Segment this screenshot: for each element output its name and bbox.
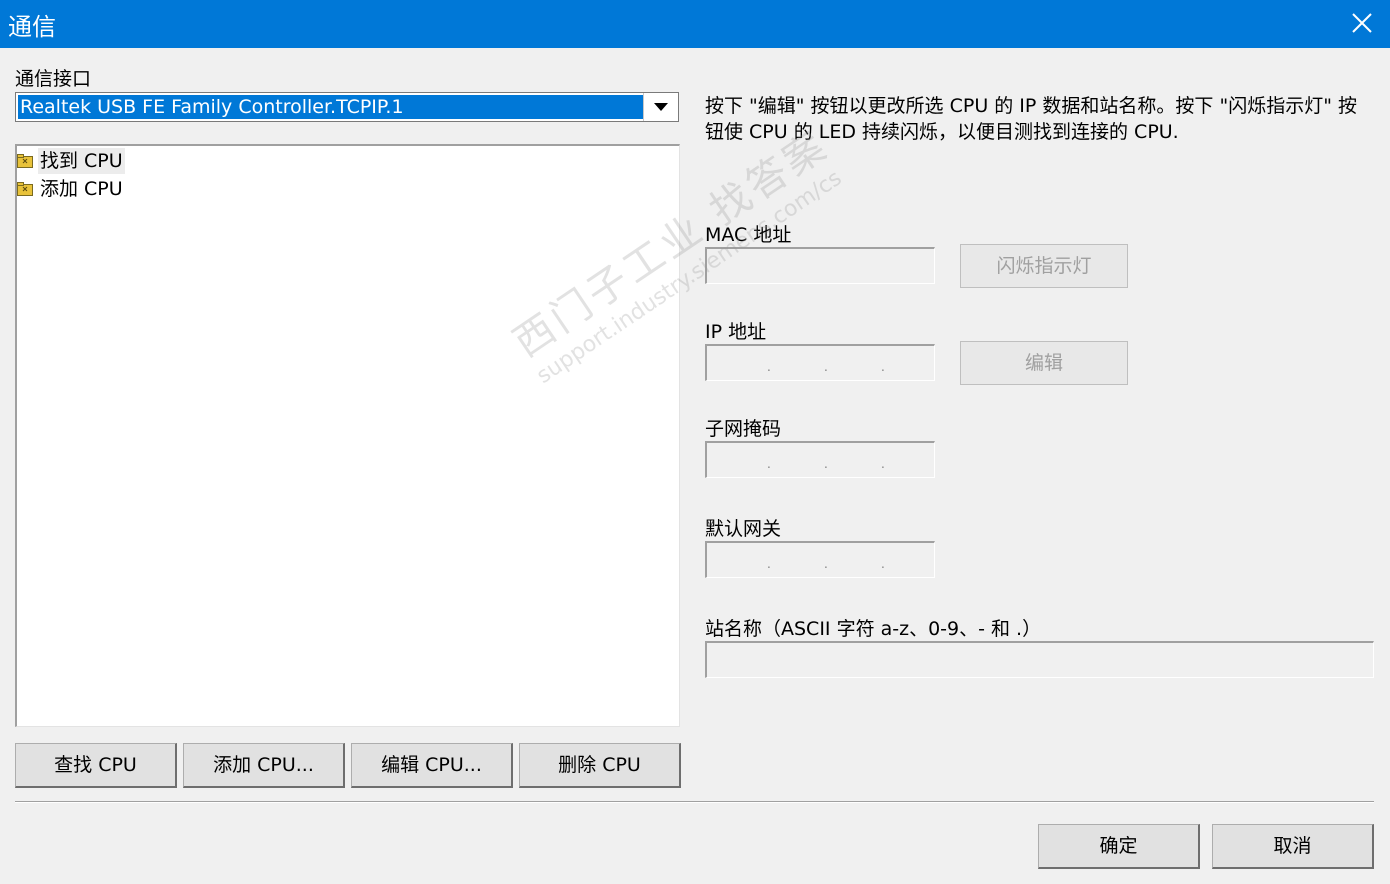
find-cpu-button[interactable]: 查找 CPU (15, 743, 177, 788)
folder-icon (17, 182, 33, 196)
close-icon (1352, 13, 1372, 33)
default-gateway-field: . . . (705, 541, 935, 578)
interface-select[interactable]: Realtek USB FE Family Controller.TCPIP.1 (15, 92, 679, 122)
chevron-down-icon (654, 103, 668, 111)
ok-button[interactable]: 确定 (1038, 824, 1200, 869)
station-name-field (705, 641, 1374, 678)
edit-cpu-button[interactable]: 编辑 CPU... (351, 743, 513, 788)
folder-icon (17, 154, 33, 168)
flash-led-button[interactable]: 闪烁指示灯 (960, 244, 1128, 288)
cancel-button[interactable]: 取消 (1212, 824, 1374, 869)
mac-label: MAC 地址 (705, 224, 792, 246)
window-title: 通信 (8, 13, 56, 41)
add-cpu-button[interactable]: 添加 CPU... (183, 743, 345, 788)
subnet-label: 子网掩码 (705, 418, 782, 440)
separator (15, 801, 1374, 803)
interface-selected-value: Realtek USB FE Family Controller.TCPIP.1 (18, 95, 644, 119)
instructions-text: 按下 "编辑" 按钮以更改所选 CPU 的 IP 数据和站名称。按下 "闪烁指示… (705, 95, 1357, 143)
station-name-label: 站名称（ASCII 字符 a-z、0-9、- 和 .） (705, 618, 1042, 640)
tree-item-label: 添加 CPU (40, 178, 123, 200)
cpu-tree[interactable]: 找到 CPU 添加 CPU (15, 144, 680, 727)
interface-label: 通信接口 (15, 68, 92, 90)
edit-button[interactable]: 编辑 (960, 341, 1128, 385)
close-button[interactable] (1334, 0, 1390, 48)
title-bar: 通信 (0, 0, 1390, 48)
tree-item-label: 找到 CPU (38, 148, 125, 174)
gateway-label: 默认网关 (705, 518, 782, 540)
delete-cpu-button[interactable]: 删除 CPU (519, 743, 681, 788)
ip-label: IP 地址 (705, 321, 767, 343)
interface-dropdown-button[interactable] (643, 93, 678, 121)
mac-field (705, 247, 935, 284)
subnet-mask-field: . . . (705, 441, 935, 478)
ip-address-field: . . . (705, 344, 935, 381)
